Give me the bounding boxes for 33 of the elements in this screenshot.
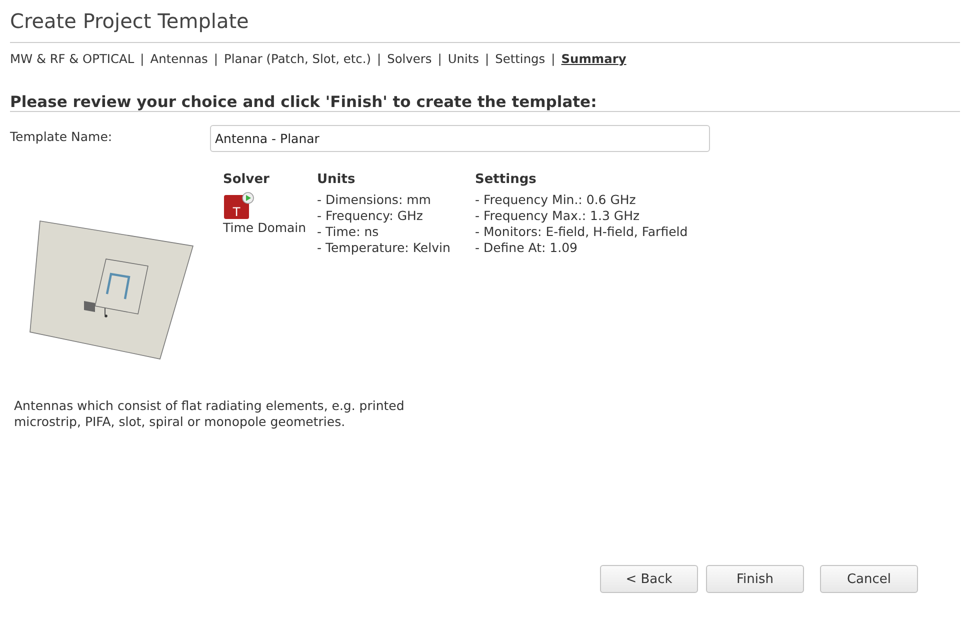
breadcrumb-link[interactable]: Settings bbox=[495, 52, 546, 66]
unit-item: - Time: ns bbox=[317, 224, 379, 240]
back-button[interactable]: < Back bbox=[600, 565, 698, 593]
breadcrumb-separator: | bbox=[214, 52, 218, 66]
window-title: Create Project Template bbox=[10, 8, 249, 35]
field-label: Template Name: bbox=[10, 128, 114, 144]
finish-button[interactable]: Finish bbox=[706, 565, 804, 593]
setting-item: - Frequency Min.: 0.6 GHz bbox=[475, 192, 636, 208]
setting-item: - Frequency Max.: 1.3 GHz bbox=[475, 208, 640, 224]
unit-item: - Dimensions: mm bbox=[317, 192, 431, 208]
column-header: Settings bbox=[475, 172, 536, 188]
cancel-button[interactable]: Cancel bbox=[820, 565, 918, 593]
setting-item: - Define At: 1.09 bbox=[475, 240, 578, 256]
setting-item: - Monitors: E-field, H-field, Farfield bbox=[475, 224, 688, 240]
unit-item: - Frequency: GHz bbox=[317, 208, 423, 224]
breadcrumb-link[interactable]: Units bbox=[448, 52, 480, 66]
column-header: Solver bbox=[223, 172, 270, 188]
breadcrumb-separator: | bbox=[140, 52, 144, 66]
breadcrumb-link[interactable]: Summary bbox=[561, 52, 626, 66]
breadcrumb-link[interactable]: Solvers bbox=[387, 52, 432, 66]
breadcrumb-link[interactable]: MW & RF & OPTICAL bbox=[10, 52, 134, 66]
template-name-field[interactable]: Antenna - Planar bbox=[210, 125, 710, 152]
breadcrumb-separator: | bbox=[551, 52, 556, 66]
breadcrumb-separator: | bbox=[376, 52, 382, 66]
breadcrumb-separator: | bbox=[485, 52, 490, 66]
breadcrumb-link[interactable]: Antennas bbox=[150, 52, 208, 66]
section-heading: Please review your choice and click 'Finish' to create the template: bbox=[10, 93, 597, 111]
unit-item: - Temperature: Kelvin bbox=[317, 240, 450, 256]
column-header: Units bbox=[317, 172, 356, 188]
breadcrumb-link[interactable]: Planar (Patch, Slot, etc.) bbox=[224, 52, 371, 66]
solver-name: Time Domain bbox=[223, 220, 306, 236]
description-text: Antennas which consist of flat radiating elements, e.g. printed microstrip, PIFA, slot, spiral or monopole geometries. bbox=[14, 398, 406, 430]
breadcrumb-separator: | bbox=[438, 52, 442, 66]
